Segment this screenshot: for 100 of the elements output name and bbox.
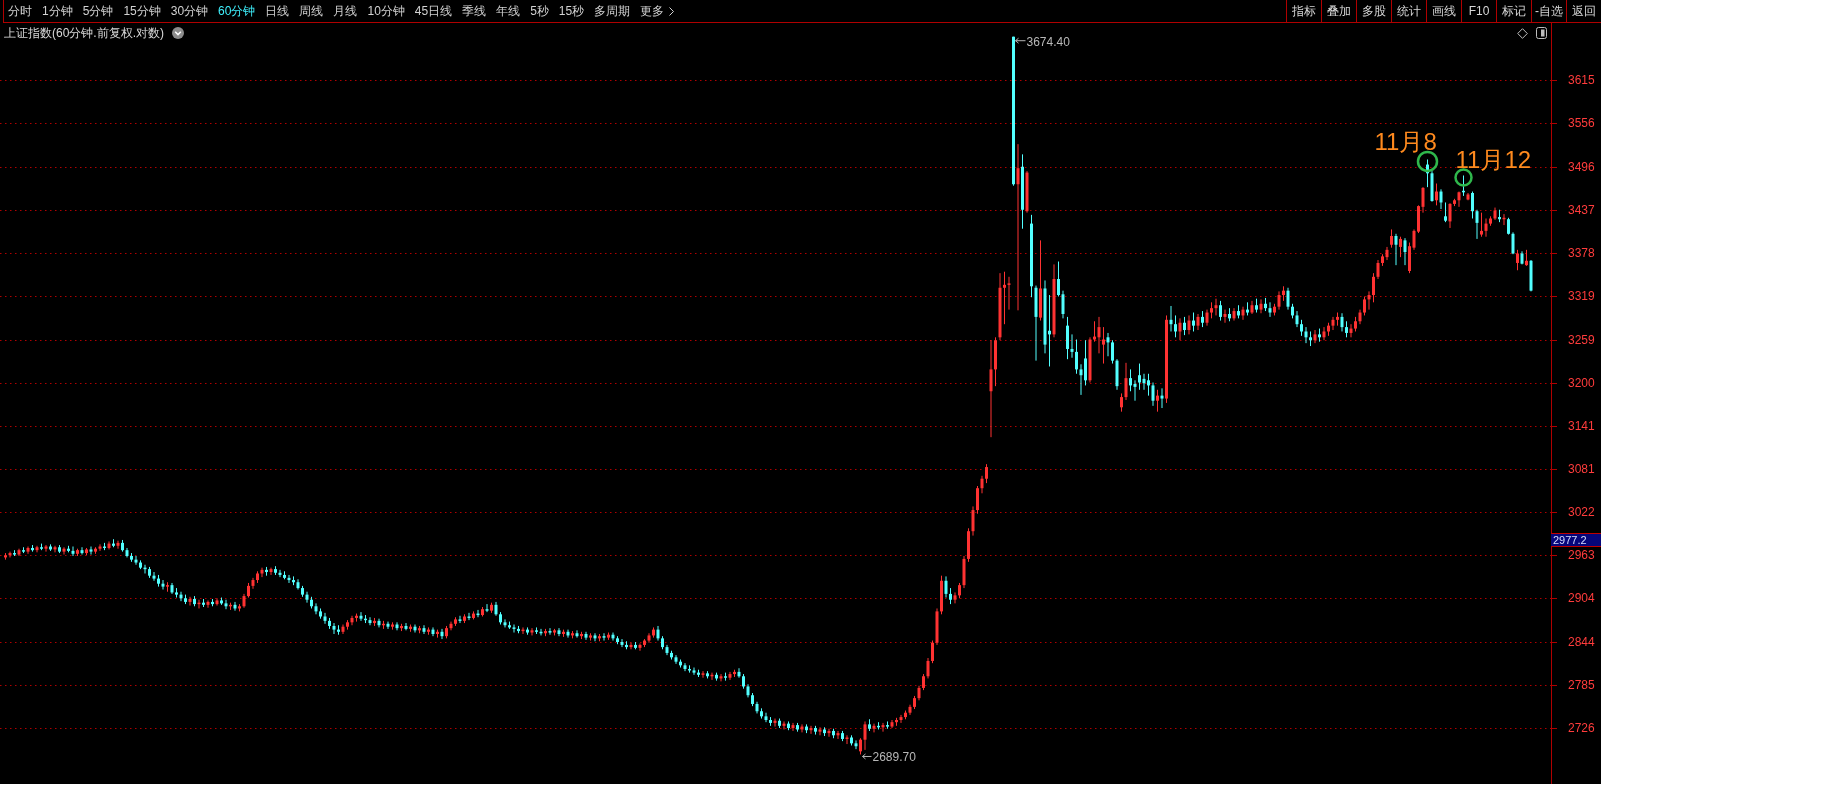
candlestick bbox=[1403, 237, 1407, 266]
candlestick bbox=[926, 657, 930, 679]
annotation-label: 11月12 bbox=[1455, 146, 1532, 174]
axis-label: 2844 bbox=[1568, 635, 1595, 649]
candlestick bbox=[1187, 314, 1191, 335]
candlestick bbox=[161, 579, 165, 591]
candlestick bbox=[1120, 392, 1123, 413]
candlestick bbox=[1435, 183, 1438, 206]
toolbar-button[interactable]: -自选 bbox=[1531, 0, 1566, 22]
candlestick bbox=[440, 628, 444, 640]
candlestick bbox=[1232, 307, 1236, 322]
period-tab[interactable]: 分时 bbox=[8, 0, 32, 22]
candlestick bbox=[152, 571, 156, 582]
toolbar-button[interactable]: 标记 bbox=[1496, 0, 1531, 22]
period-tab[interactable]: 周线 bbox=[299, 0, 324, 22]
candlestick bbox=[845, 734, 849, 745]
period-tab[interactable]: 45日线 bbox=[414, 0, 453, 22]
ring-icon bbox=[1454, 168, 1473, 187]
toolbar-button[interactable]: 多股 bbox=[1356, 0, 1391, 22]
candlestick bbox=[1394, 233, 1398, 266]
candlestick bbox=[620, 638, 624, 648]
period-tab[interactable]: 年线 bbox=[496, 0, 521, 22]
candlestick bbox=[386, 621, 390, 630]
candlestick bbox=[872, 723, 876, 733]
candlestick bbox=[224, 599, 228, 610]
candlestick bbox=[314, 602, 318, 615]
candlestick bbox=[1385, 246, 1389, 261]
candlestick bbox=[854, 739, 858, 750]
candlestick bbox=[251, 577, 255, 590]
axis-label: 3496 bbox=[1568, 159, 1595, 174]
candlestick bbox=[404, 622, 408, 631]
axis-label: 3556 bbox=[1568, 116, 1595, 130]
candlestick bbox=[1183, 316, 1186, 336]
candlestick bbox=[530, 627, 534, 636]
candlestick bbox=[976, 485, 979, 515]
period-tab[interactable]: 日线 bbox=[265, 0, 290, 22]
candlestick bbox=[1169, 305, 1173, 332]
candlestick bbox=[1511, 231, 1515, 255]
panel-icon[interactable] bbox=[1536, 27, 1547, 39]
toolbar-button[interactable]: 叠加 bbox=[1321, 0, 1356, 22]
candlestick bbox=[1057, 261, 1060, 297]
candlestick bbox=[1016, 143, 1020, 311]
candlestick bbox=[1084, 339, 1087, 386]
axis-label: 3141 bbox=[1568, 418, 1595, 433]
candlestick bbox=[1066, 316, 1069, 360]
chart-title: 上证指数(60分钟.前复权.对数) bbox=[4, 26, 164, 40]
candlestick bbox=[1147, 373, 1150, 397]
annotation-label: 11月8 bbox=[1374, 128, 1437, 156]
toolbar-button[interactable]: 统计 bbox=[1391, 0, 1426, 22]
period-tab[interactable]: 季线 bbox=[462, 0, 487, 22]
candlestick bbox=[1444, 201, 1447, 223]
toolbar-button[interactable]: 返回 bbox=[1566, 0, 1601, 22]
candlestick bbox=[1340, 312, 1344, 332]
period-tab[interactable]: 月线 bbox=[333, 0, 358, 22]
candlestick bbox=[985, 463, 988, 484]
low-price-label: 2689.70 bbox=[872, 750, 916, 765]
period-tab[interactable]: 5分钟 bbox=[82, 0, 114, 22]
axis-label: 3081 bbox=[1568, 462, 1595, 477]
period-tab[interactable]: 5秒 bbox=[530, 0, 549, 22]
diamond-icon[interactable] bbox=[1517, 27, 1528, 39]
period-tab[interactable]: 15秒 bbox=[558, 0, 585, 22]
candlestick bbox=[215, 597, 219, 607]
candlestick bbox=[1156, 389, 1159, 413]
candlestick bbox=[1286, 287, 1290, 311]
toolbar-button[interactable]: F10 bbox=[1461, 0, 1496, 22]
candlestick bbox=[1304, 326, 1308, 344]
candlestick bbox=[188, 596, 192, 607]
candlestick bbox=[1219, 300, 1222, 322]
candlestick bbox=[323, 612, 327, 625]
period-tab[interactable]: 多周期 bbox=[594, 0, 631, 22]
candlestick bbox=[989, 339, 993, 438]
candlestick bbox=[557, 627, 561, 637]
candlestick bbox=[980, 475, 984, 494]
candlestick bbox=[1174, 314, 1177, 338]
candlestick bbox=[764, 712, 768, 723]
candlestick bbox=[1313, 329, 1317, 344]
candlestick bbox=[1142, 373, 1146, 391]
candlestick bbox=[1111, 339, 1114, 365]
candlestick bbox=[467, 612, 471, 621]
chevron-down-icon[interactable] bbox=[172, 27, 184, 39]
candlestick bbox=[1151, 382, 1155, 407]
candlestick bbox=[593, 632, 597, 642]
period-tab[interactable]: 10分钟 bbox=[367, 0, 405, 22]
candlestick bbox=[1399, 236, 1402, 258]
candlestick bbox=[1106, 332, 1110, 357]
period-tab[interactable]: 15分钟 bbox=[123, 0, 161, 22]
candlestick bbox=[1070, 333, 1074, 359]
ring-icon bbox=[1416, 150, 1439, 173]
candlestick bbox=[1129, 368, 1132, 392]
period-tab[interactable]: 1分钟 bbox=[42, 0, 73, 22]
toolbar-button[interactable]: 指标 bbox=[1286, 0, 1321, 22]
period-tab[interactable]: 60分钟 bbox=[218, 0, 256, 22]
candlestick bbox=[701, 670, 705, 679]
candlestick bbox=[1471, 191, 1474, 219]
more-menu-button[interactable]: 更多 bbox=[640, 0, 675, 22]
axis-label: 3259 bbox=[1568, 332, 1595, 347]
toolbar-button[interactable]: 画线 bbox=[1426, 0, 1461, 22]
candlestick bbox=[116, 540, 120, 550]
period-tab[interactable]: 30分钟 bbox=[170, 0, 209, 22]
candlestick bbox=[422, 624, 426, 635]
